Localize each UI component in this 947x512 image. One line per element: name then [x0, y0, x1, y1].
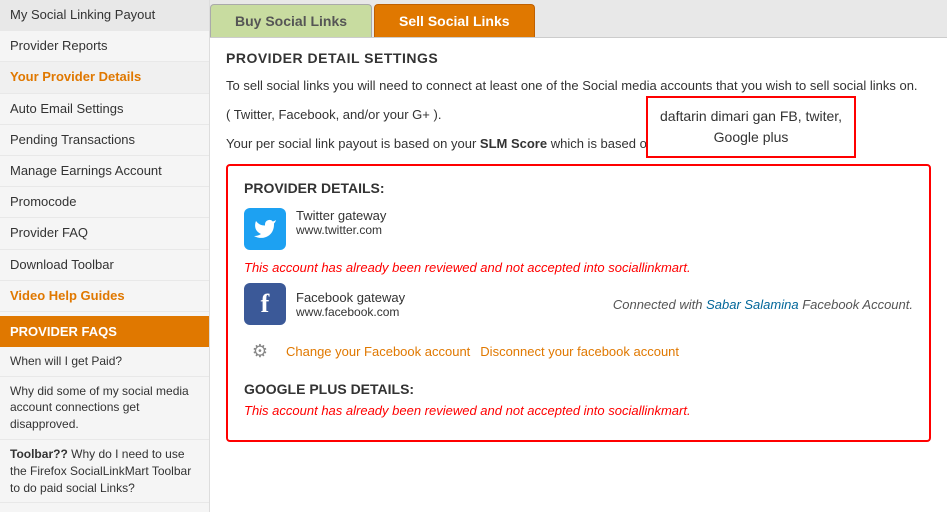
facebook-connected-name[interactable]: Sabar Salamina: [706, 297, 799, 312]
twitter-row: Twitter gateway www.twitter.com: [244, 208, 913, 250]
sidebar-provider-faqs-header: PROVIDER FAQS: [0, 316, 209, 347]
page-body: daftarin dimari gan FB, twiter, Google p…: [210, 38, 947, 512]
sidebar-faq-item-2[interactable]: Why did some of my social media account …: [0, 377, 209, 440]
tab-sell-social-links[interactable]: Sell Social Links: [374, 4, 535, 37]
sidebar-section-your-provider-details: Your Provider Details: [0, 62, 209, 93]
sidebar-faq-item-3[interactable]: Toolbar?? Why do I need to use the Firef…: [0, 440, 209, 503]
section-title: PROVIDER DETAIL SETTINGS: [226, 50, 931, 66]
sidebar-item-social-linking-payout[interactable]: My Social Linking Payout: [0, 0, 209, 31]
twitter-error: This account has already been reviewed a…: [244, 260, 913, 275]
twitter-info: Twitter gateway www.twitter.com: [296, 208, 913, 237]
gear-icon: ⚙: [244, 335, 276, 367]
provider-details-box: PROVIDER DETAILS: Twitter gateway www.tw…: [226, 164, 931, 442]
main-content: Buy Social Links Sell Social Links dafta…: [210, 0, 947, 512]
facebook-info: Facebook gateway www.facebook.com: [296, 290, 613, 319]
facebook-icon: f: [244, 283, 286, 325]
provider-details-title: PROVIDER DETAILS:: [244, 180, 913, 196]
sidebar-item-promocode[interactable]: Promocode: [0, 187, 209, 218]
sidebar-faq-item-4[interactable]: How can I improve my SLM score?: [0, 503, 209, 512]
sidebar-item-auto-email-settings[interactable]: Auto Email Settings: [0, 94, 209, 125]
sidebar-item-provider-reports[interactable]: Provider Reports: [0, 31, 209, 62]
change-facebook-account-link[interactable]: Change your Facebook account: [286, 344, 470, 359]
sidebar: My Social Linking Payout Provider Report…: [0, 0, 210, 512]
sidebar-item-video-help-guides[interactable]: Video Help Guides: [0, 281, 209, 312]
google-plus-title: GOOGLE PLUS DETAILS:: [244, 381, 913, 397]
disconnect-facebook-account-link[interactable]: Disconnect your facebook account: [480, 344, 679, 359]
tabs-row: Buy Social Links Sell Social Links: [210, 0, 947, 38]
sidebar-item-pending-transactions[interactable]: Pending Transactions: [0, 125, 209, 156]
twitter-icon: [244, 208, 286, 250]
sidebar-item-download-toolbar[interactable]: Download Toolbar: [0, 250, 209, 281]
facebook-actions: ⚙ Change your Facebook account Disconnec…: [244, 335, 913, 367]
google-plus-error: This account has already been reviewed a…: [244, 403, 913, 418]
sidebar-faq-item-1[interactable]: When will I get Paid?: [0, 347, 209, 377]
sidebar-item-manage-earnings-account[interactable]: Manage Earnings Account: [0, 156, 209, 187]
sidebar-item-provider-faq[interactable]: Provider FAQ: [0, 218, 209, 249]
description-1: To sell social links you will need to co…: [226, 76, 931, 97]
tab-buy-social-links[interactable]: Buy Social Links: [210, 4, 372, 37]
facebook-row: f Facebook gateway www.facebook.com Conn…: [244, 283, 913, 325]
facebook-connected: Connected with Sabar Salamina Facebook A…: [613, 297, 913, 312]
annotation-box: daftarin dimari gan FB, twiter, Google p…: [646, 96, 856, 158]
